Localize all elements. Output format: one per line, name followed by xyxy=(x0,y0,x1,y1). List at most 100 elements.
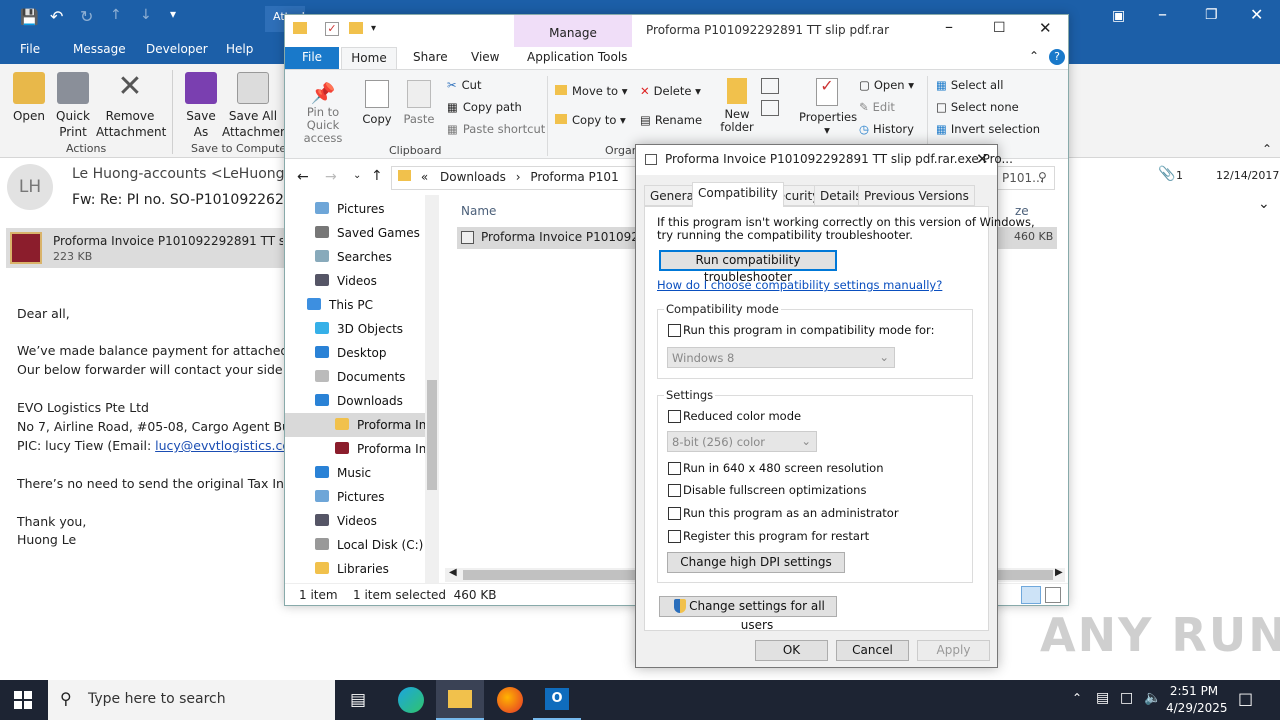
tab-previous-versions[interactable]: Previous Versions xyxy=(858,185,975,206)
tab-share[interactable]: Share xyxy=(413,50,448,64)
windows-start-icon[interactable] xyxy=(14,691,32,709)
close-icon[interactable]: ✕ xyxy=(976,150,989,168)
properties-icon[interactable]: ✓ xyxy=(325,22,339,36)
new-item-icon[interactable] xyxy=(761,78,779,94)
email-link[interactable]: lucy@evvtlogistics.com xyxy=(155,438,284,453)
cancel-button[interactable]: Cancel xyxy=(836,640,909,661)
nav-item[interactable]: Videos xyxy=(315,514,377,528)
select-none-button[interactable]: □ Select none xyxy=(936,100,1019,114)
notification-icon[interactable]: □ xyxy=(1238,689,1253,708)
save-as-button[interactable]: Save As xyxy=(184,72,218,140)
close-icon[interactable]: ✕ xyxy=(1039,19,1052,37)
breadcrumb-downloads[interactable]: Downloads xyxy=(440,170,506,184)
nav-scrollbar[interactable] xyxy=(425,195,439,583)
pin-quick-access-button[interactable]: 📌 Pin to Quick access xyxy=(291,80,355,145)
up-icon[interactable]: ↑ xyxy=(110,7,122,23)
color-depth-select[interactable]: 8-bit (256) color ⌄ xyxy=(667,431,817,452)
copy-path-button[interactable]: ▦ Copy path xyxy=(447,100,522,114)
copy-to-button[interactable]: Copy to ▾ xyxy=(555,113,626,127)
run-admin-checkbox[interactable] xyxy=(668,507,681,520)
minimize-icon[interactable]: – xyxy=(1158,4,1167,25)
up-icon[interactable]: ↑ xyxy=(371,168,383,184)
breadcrumb-folder[interactable]: Proforma P101 xyxy=(530,170,618,184)
change-dpi-button[interactable]: Change high DPI settings xyxy=(667,552,845,573)
reduced-color-checkbox[interactable] xyxy=(668,410,681,423)
menu-developer[interactable]: Developer xyxy=(146,42,208,56)
new-folder-icon[interactable] xyxy=(349,22,363,34)
menu-help[interactable]: Help xyxy=(226,42,253,56)
taskbar-search[interactable]: ⚲ Type here to search xyxy=(48,680,335,720)
network-icon[interactable]: ▤ xyxy=(1096,690,1109,706)
nav-item[interactable]: This PC xyxy=(307,298,373,312)
cut-button[interactable]: ✂ Cut xyxy=(447,78,481,92)
tab-view[interactable]: View xyxy=(471,50,499,64)
chevron-up-icon[interactable]: ⌃ xyxy=(1072,691,1082,705)
maximize-icon[interactable]: ☐ xyxy=(993,20,1006,36)
nav-item[interactable]: 3D Objects xyxy=(315,322,403,336)
details-view-icon[interactable] xyxy=(1021,586,1041,604)
tab-compatibility[interactable]: Compatibility xyxy=(692,182,784,207)
delete-button[interactable]: ✕ Delete ▾ xyxy=(640,84,701,98)
nav-item[interactable]: Saved Games xyxy=(315,226,420,240)
history-button[interactable]: ◷ History xyxy=(859,122,914,136)
clock[interactable]: 2:51 PM 4/29/2025 xyxy=(1166,683,1228,717)
save-all-attachments-button[interactable]: Save All Attachments xyxy=(222,72,284,140)
volume-icon[interactable]: □ xyxy=(1120,690,1133,706)
explorer-taskbar-button[interactable] xyxy=(436,680,484,720)
down-icon[interactable]: ↓ xyxy=(140,7,152,23)
back-icon[interactable]: ← xyxy=(297,169,309,185)
collapse-ribbon-icon[interactable]: ⌃ xyxy=(1029,49,1039,63)
redo-icon[interactable]: ↻ xyxy=(80,7,93,26)
disable-fullscreen-checkbox[interactable] xyxy=(668,484,681,497)
search-input[interactable]: P101... ⚲ xyxy=(997,166,1055,190)
save-icon[interactable]: 💾 xyxy=(20,8,39,26)
customize-icon[interactable]: ▾ xyxy=(371,23,376,34)
copy-button[interactable]: Copy xyxy=(359,80,395,126)
forward-icon[interactable]: → xyxy=(325,169,337,185)
scroll-right-icon[interactable]: ▶ xyxy=(1055,567,1063,578)
chevron-down-icon[interactable]: ⌄ xyxy=(1258,196,1270,212)
nav-item[interactable]: Pictures xyxy=(315,202,385,216)
edge-icon[interactable] xyxy=(398,687,424,713)
nav-item[interactable]: Pictures xyxy=(315,490,385,504)
minimize-icon[interactable]: – xyxy=(945,17,953,36)
compat-mode-checkbox[interactable] xyxy=(668,324,681,337)
nav-item[interactable]: Proforma Inv xyxy=(335,442,433,456)
firefox-icon[interactable] xyxy=(497,687,523,713)
attachment-chip[interactable]: Proforma Invoice P101092292891 TT slip p… xyxy=(6,228,284,268)
menu-message[interactable]: Message xyxy=(73,42,126,56)
run-troubleshooter-button[interactable]: Run compatibility troubleshooter xyxy=(659,250,837,284)
select-all-button[interactable]: ▦ Select all xyxy=(936,78,1003,92)
move-to-button[interactable]: Move to ▾ xyxy=(555,84,627,98)
speaker-icon[interactable]: 🔈 xyxy=(1144,690,1161,706)
customize-icon[interactable]: ▾ xyxy=(170,7,176,21)
paste-button[interactable]: Paste xyxy=(401,80,437,126)
help-icon[interactable]: ? xyxy=(1049,49,1065,65)
paste-shortcut-button[interactable]: ▦ Paste shortcut xyxy=(447,122,545,136)
manage-tab[interactable]: Manage xyxy=(514,15,632,47)
collapse-ribbon-icon[interactable]: ⌃ xyxy=(1262,142,1272,156)
change-all-users-button[interactable]: Change settings for all users xyxy=(659,596,837,632)
new-folder-button[interactable]: New folder xyxy=(715,78,759,134)
close-icon[interactable]: ✕ xyxy=(1250,5,1263,24)
properties-button[interactable]: ✓ Properties ▾ xyxy=(799,78,857,137)
invert-selection-button[interactable]: ▦ Invert selection xyxy=(936,122,1040,136)
register-restart-checkbox[interactable] xyxy=(668,530,681,543)
breadcrumb[interactable]: « Downloads › Proforma P101 xyxy=(391,166,641,190)
remove-attachment-button[interactable]: ✕ Remove Attachment xyxy=(96,72,166,140)
res-640-checkbox[interactable] xyxy=(668,462,681,475)
quick-print-button[interactable]: Quick Print xyxy=(55,72,91,140)
help-link[interactable]: How do I choose compatibility settings m… xyxy=(657,278,942,292)
task-view-icon[interactable]: ▤ xyxy=(350,690,366,710)
nav-item[interactable]: Music xyxy=(315,466,371,480)
ok-button[interactable]: OK xyxy=(755,640,828,661)
edit-button[interactable]: ✎ Edit xyxy=(859,100,895,114)
compat-os-select[interactable]: Windows 8 ⌄ xyxy=(667,347,895,368)
nav-item[interactable]: Libraries xyxy=(315,562,389,576)
col-name[interactable]: Name xyxy=(461,204,496,218)
easy-access-icon[interactable] xyxy=(761,100,779,116)
nav-item[interactable]: Documents xyxy=(315,370,405,384)
nav-item[interactable]: Desktop xyxy=(315,346,387,360)
scroll-left-icon[interactable]: ◀ xyxy=(449,567,457,578)
nav-item-selected[interactable]: Proforma Inv xyxy=(335,418,433,432)
